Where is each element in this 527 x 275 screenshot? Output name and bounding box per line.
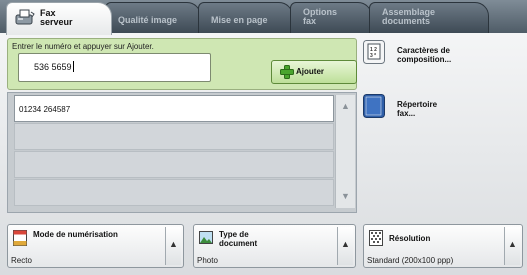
scroll-down-icon[interactable]: ▼	[341, 191, 350, 201]
tab-label: Mise en page	[211, 15, 268, 25]
document-type-button[interactable]: Type de document Photo ▲	[193, 224, 356, 268]
tab-fax-serveur[interactable]: Fax serveur	[6, 2, 112, 35]
scan-mode-value: Recto	[11, 256, 32, 265]
chevron-up-icon: ▲	[169, 239, 178, 249]
tab-label: serveur	[40, 17, 73, 27]
plus-icon	[280, 65, 294, 79]
scan-mode-button[interactable]: Mode de numérisation Recto ▲	[7, 224, 184, 268]
tab-options-fax[interactable]: Options fax	[290, 2, 372, 34]
document-type-title: Type de	[219, 230, 249, 239]
tab-label: documents	[382, 16, 431, 26]
tab-qualite-image[interactable]: Qualité image	[105, 2, 201, 34]
document-type-title: document	[219, 239, 258, 248]
chevron-up-icon: ▲	[341, 239, 350, 249]
text-caret	[72, 61, 74, 72]
dial-characters-label: Caractères de	[397, 46, 450, 55]
recipient-list: 01234 264587 ▲ ▼	[7, 92, 357, 213]
resolution-value: Standard (200x100 ppp)	[367, 256, 454, 265]
fax-directory-label: Répertoire	[397, 100, 438, 109]
tab-label: fax	[303, 16, 317, 26]
recipient-row[interactable]	[14, 179, 334, 206]
entry-instruction: Entrer le numéro et appuyer sur Ajouter.	[12, 42, 154, 51]
tab-assemblage-documents[interactable]: Assemblage documents	[369, 2, 489, 34]
scroll-up-icon[interactable]: ▲	[341, 101, 350, 111]
scan-mode-title: Mode de numérisation	[33, 230, 118, 239]
list-scrollbar[interactable]: ▲ ▼	[335, 95, 355, 208]
resolution-icon	[369, 230, 383, 246]
document-icon	[13, 230, 27, 246]
add-button[interactable]: Ajouter	[271, 60, 357, 84]
fax-directory-button[interactable]: Répertoire fax...	[363, 94, 503, 138]
recipient-number: 01234 264587	[19, 105, 71, 114]
resolution-button[interactable]: Résolution Standard (200x100 ppp) ▲	[363, 224, 523, 268]
photo-icon	[199, 231, 213, 244]
scan-mode-dropdown[interactable]: ▲	[165, 227, 181, 265]
recipient-row[interactable]	[14, 123, 334, 150]
recipient-row[interactable]: 01234 264587	[14, 95, 334, 122]
resolution-dropdown[interactable]: ▲	[504, 227, 520, 265]
fax-directory-label: fax...	[397, 109, 416, 118]
document-type-dropdown[interactable]: ▲	[337, 227, 353, 265]
fax-content-panel: Entrer le numéro et appuyer sur Ajouter.…	[0, 33, 527, 275]
dial-characters-button[interactable]: 1 2 3 * Caractères de composition...	[363, 40, 503, 84]
fax-number-input[interactable]: 536 5659	[18, 53, 211, 82]
resolution-title: Résolution	[389, 234, 431, 243]
dial-characters-icon: 1 2 3 *	[363, 40, 385, 64]
document-type-value: Photo	[197, 256, 218, 265]
chevron-up-icon: ▲	[508, 239, 517, 249]
add-button-label: Ajouter	[296, 67, 324, 76]
tab-bar: Fax serveur Qualité image Mise en page O…	[0, 0, 527, 35]
tab-label: Qualité image	[118, 15, 178, 25]
fax-icon	[15, 9, 35, 25]
tab-mise-en-page[interactable]: Mise en page	[198, 2, 293, 34]
svg-text:3 *: 3 *	[370, 53, 376, 59]
dial-characters-label: composition...	[397, 55, 452, 64]
fax-number-value: 536 5659	[34, 62, 72, 72]
number-entry-panel: Entrer le numéro et appuyer sur Ajouter.…	[7, 38, 357, 90]
recipient-row[interactable]	[14, 151, 334, 178]
address-book-icon	[363, 94, 385, 118]
